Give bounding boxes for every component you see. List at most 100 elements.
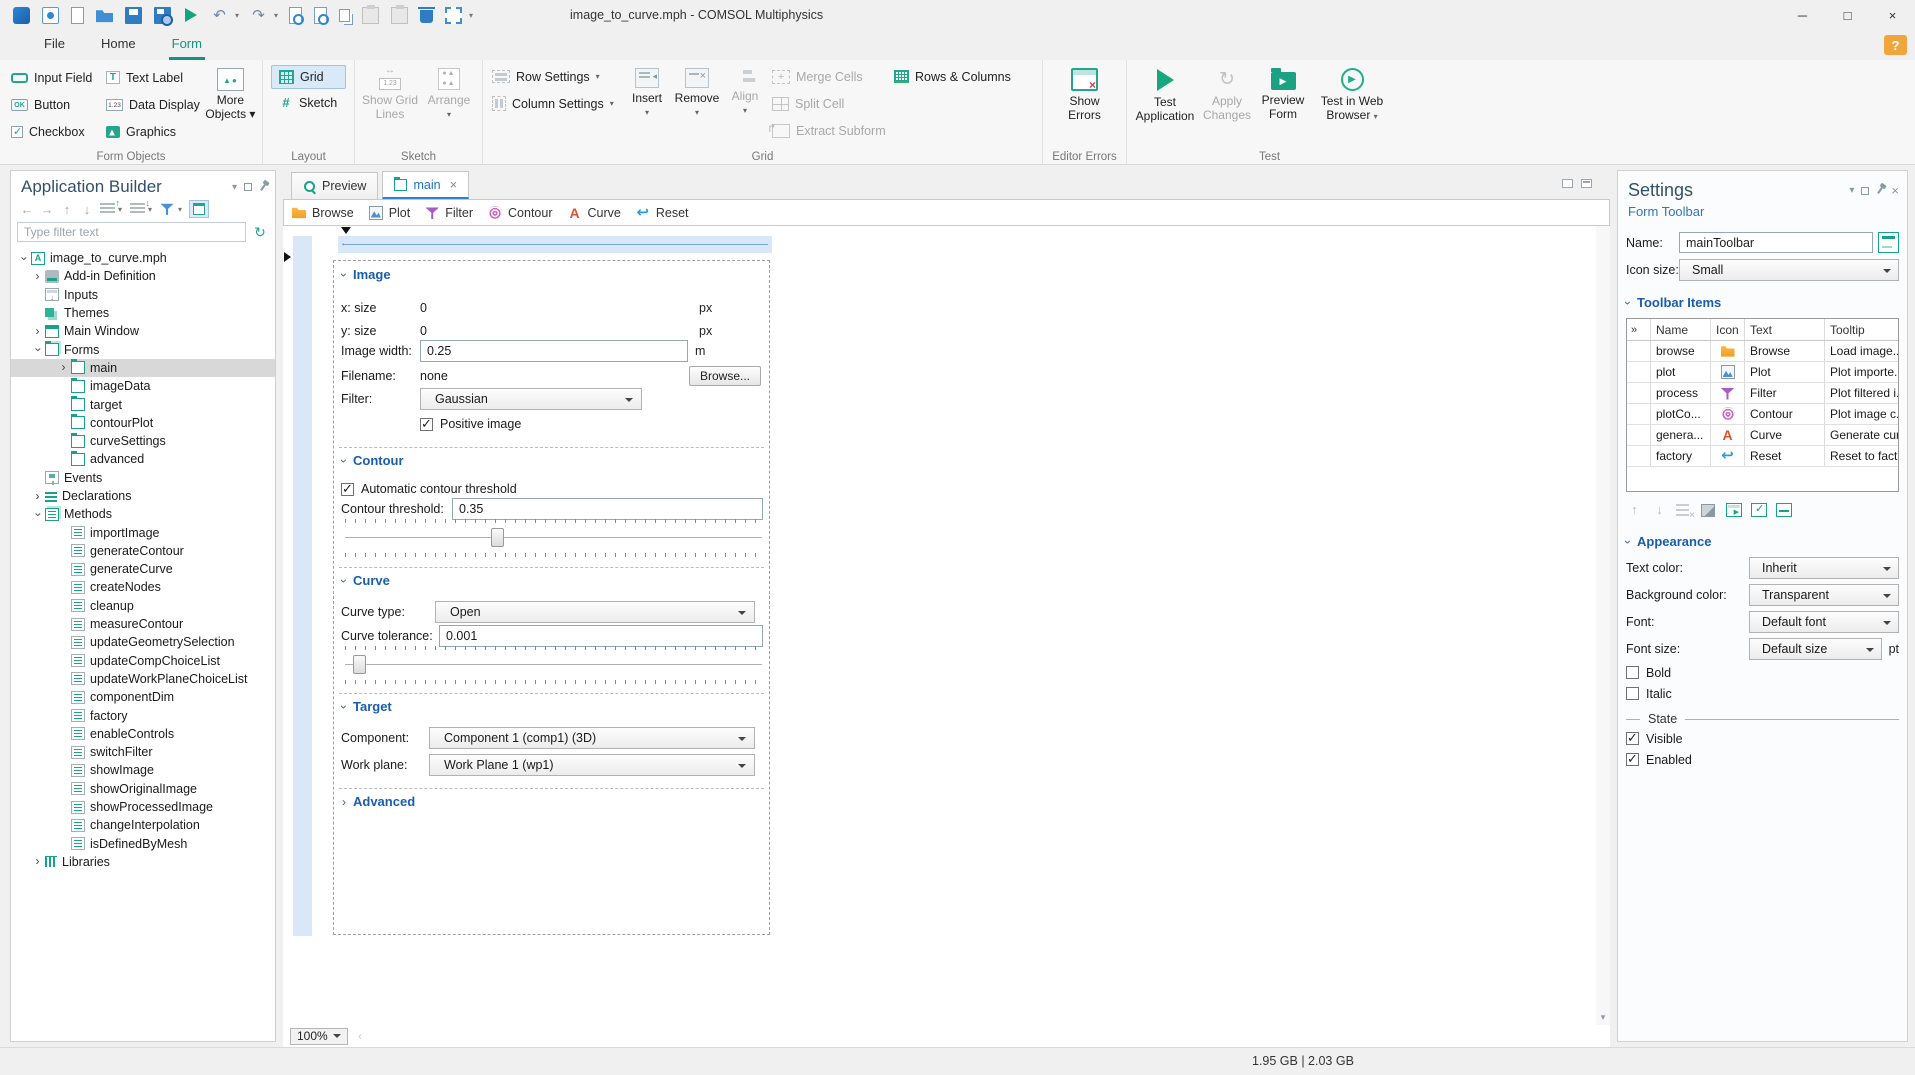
tab-home[interactable]: Home bbox=[98, 30, 139, 60]
positive-image-checkbox[interactable] bbox=[420, 416, 433, 432]
tab-file[interactable]: File bbox=[41, 30, 68, 60]
section-curve[interactable]: › Curve bbox=[337, 573, 390, 588]
section-advanced[interactable]: › Advanced bbox=[342, 794, 415, 809]
design-canvas[interactable]: ← › Image x: size 0 px y: size 0 px Imag… bbox=[283, 226, 1596, 1025]
ribbon-remove[interactable]: Remove▾ bbox=[671, 63, 723, 148]
ribbon-input-field[interactable]: Input Field bbox=[6, 64, 101, 91]
tree-item[interactable]: createNodes bbox=[11, 578, 275, 596]
column-header[interactable]: Icon bbox=[1711, 319, 1745, 340]
ribbon-test-application[interactable]: Test Application bbox=[1131, 63, 1199, 148]
tree-item[interactable]: updateCompChoiceList bbox=[11, 652, 275, 670]
tree-expander-icon[interactable] bbox=[57, 361, 70, 374]
item-text-cell[interactable]: Reset bbox=[1745, 446, 1825, 466]
maximize-button[interactable]: □ bbox=[1825, 0, 1870, 30]
tree-item[interactable]: image_to_curve.mph bbox=[11, 249, 275, 267]
designer-toolbar-item[interactable]: Curve bbox=[568, 206, 621, 220]
section-target[interactable]: › Target bbox=[337, 699, 392, 714]
item-text-cell[interactable]: Contour bbox=[1745, 404, 1825, 424]
tree-item[interactable]: Events bbox=[11, 469, 275, 487]
tree-item[interactable]: showOriginalImage bbox=[11, 780, 275, 798]
ribbon-preview-form[interactable]: Preview Form bbox=[1255, 63, 1311, 148]
curve-tolerance-slider[interactable] bbox=[345, 646, 762, 684]
panel-float-icon[interactable] bbox=[244, 183, 252, 191]
close-button[interactable]: × bbox=[1870, 0, 1915, 30]
tree-expander-icon[interactable] bbox=[31, 325, 44, 338]
column-width-indicator[interactable]: ← bbox=[338, 236, 772, 253]
undo-dropdown-icon[interactable]: ▾ bbox=[235, 11, 243, 20]
table-row[interactable]: factory Reset Reset to fact... bbox=[1627, 446, 1898, 467]
tree-item[interactable]: importImage bbox=[11, 523, 275, 541]
ribbon-data-display[interactable]: Data Display bbox=[101, 91, 205, 118]
column-header[interactable]: Tooltip bbox=[1825, 319, 1898, 340]
contour-threshold-slider[interactable] bbox=[345, 519, 762, 557]
ribbon-button[interactable]: Button bbox=[6, 91, 101, 118]
image-width-input[interactable]: 0.25 bbox=[420, 340, 688, 362]
column-header[interactable]: Name bbox=[1651, 319, 1711, 340]
item-tooltip-cell[interactable]: Reset to fact... bbox=[1825, 446, 1898, 466]
delete-icon[interactable] bbox=[418, 7, 435, 23]
row-selector-band[interactable] bbox=[293, 236, 312, 936]
filter-dropdown-icon[interactable]: ▾ bbox=[178, 205, 186, 214]
tree-item[interactable]: generateCurve bbox=[11, 560, 275, 578]
ribbon-text-label[interactable]: Text Label bbox=[101, 64, 205, 91]
edit-name-icon[interactable] bbox=[1878, 232, 1899, 253]
ribbon-checkbox[interactable]: Checkbox bbox=[6, 118, 101, 145]
minimize-button[interactable]: ─ bbox=[1780, 0, 1825, 30]
item-text-cell[interactable]: Plot bbox=[1745, 362, 1825, 382]
copy-icon[interactable] bbox=[339, 8, 350, 22]
slider-thumb[interactable] bbox=[353, 655, 367, 674]
add-separator-icon[interactable] bbox=[1776, 502, 1793, 518]
table-row[interactable]: genera... Curve Generate cur... bbox=[1627, 425, 1898, 446]
tree-expander-icon[interactable] bbox=[17, 252, 30, 265]
application-icon[interactable] bbox=[42, 6, 59, 24]
designer-toolbar-item[interactable]: Plot bbox=[368, 205, 410, 220]
table-row[interactable]: process Filter Plot filtered i... bbox=[1627, 383, 1898, 404]
panel-menu-icon[interactable]: ▾ bbox=[232, 182, 237, 193]
run-icon[interactable] bbox=[185, 8, 197, 22]
icon-size-dropdown[interactable]: Small bbox=[1679, 258, 1899, 281]
section-image[interactable]: › Image bbox=[337, 267, 391, 282]
item-name-cell[interactable]: factory bbox=[1651, 446, 1711, 466]
find-icon[interactable] bbox=[289, 6, 304, 25]
text-color-dropdown[interactable]: Inherit bbox=[1749, 556, 1899, 579]
designer-toolbar-item[interactable]: Contour bbox=[488, 205, 553, 220]
redo-icon[interactable]: ↷ bbox=[250, 7, 267, 24]
find-in-model-icon[interactable] bbox=[314, 6, 329, 25]
panel-float-icon[interactable] bbox=[1861, 186, 1870, 195]
item-tooltip-cell[interactable]: Plot importe... bbox=[1825, 362, 1898, 382]
tree-item[interactable]: Main Window bbox=[11, 322, 275, 340]
redo-dropdown-icon[interactable]: ▾ bbox=[274, 11, 282, 20]
tree-expander-icon[interactable] bbox=[31, 490, 44, 503]
vertical-scrollbar[interactable] bbox=[1596, 226, 1610, 1025]
tree-item[interactable]: Methods bbox=[11, 505, 275, 523]
italic-checkbox[interactable] bbox=[1626, 687, 1639, 700]
split-editor-icon[interactable] bbox=[1581, 179, 1592, 188]
item-name-cell[interactable]: browse bbox=[1651, 341, 1711, 361]
scroll-left-icon[interactable]: ‹ bbox=[358, 1029, 362, 1043]
item-name-cell[interactable]: process bbox=[1651, 383, 1711, 403]
table-row[interactable]: browse Browse Load image... bbox=[1627, 341, 1898, 362]
designer-toolbar-item[interactable]: Reset bbox=[636, 206, 689, 220]
item-tooltip-cell[interactable]: Plot filtered i... bbox=[1825, 383, 1898, 403]
item-tooltip-cell[interactable]: Load image... bbox=[1825, 341, 1898, 361]
tree-item[interactable]: Inputs bbox=[11, 286, 275, 304]
tree-item[interactable]: showProcessedImage bbox=[11, 798, 275, 816]
refresh-icon[interactable]: ↻ bbox=[251, 224, 269, 241]
ribbon-row-settings[interactable]: Row Settings ▾ bbox=[487, 63, 623, 90]
item-name-cell[interactable]: plot bbox=[1651, 362, 1711, 382]
curve-type-dropdown[interactable]: Open bbox=[435, 601, 755, 623]
expand-levels-icon[interactable] bbox=[99, 200, 115, 218]
back-icon[interactable]: ← bbox=[19, 200, 35, 218]
tab-preview[interactable]: Preview bbox=[291, 172, 379, 199]
open-file-icon[interactable] bbox=[96, 10, 113, 23]
panel-pin-icon[interactable] bbox=[1877, 187, 1884, 194]
filter-dropdown[interactable]: Gaussian bbox=[420, 388, 642, 410]
panel-pin-icon[interactable] bbox=[260, 183, 266, 191]
curve-tolerance-input[interactable]: 0.001 bbox=[439, 625, 763, 647]
tree-item[interactable]: measureContour bbox=[11, 615, 275, 633]
ribbon-column-settings[interactable]: Column Settings ▾ bbox=[487, 90, 623, 117]
enabled-checkbox[interactable] bbox=[1626, 751, 1639, 767]
tree-expander-icon[interactable] bbox=[31, 508, 44, 521]
work-plane-dropdown[interactable]: Work Plane 1 (wp1) bbox=[429, 754, 755, 776]
item-text-cell[interactable]: Browse bbox=[1745, 341, 1825, 361]
